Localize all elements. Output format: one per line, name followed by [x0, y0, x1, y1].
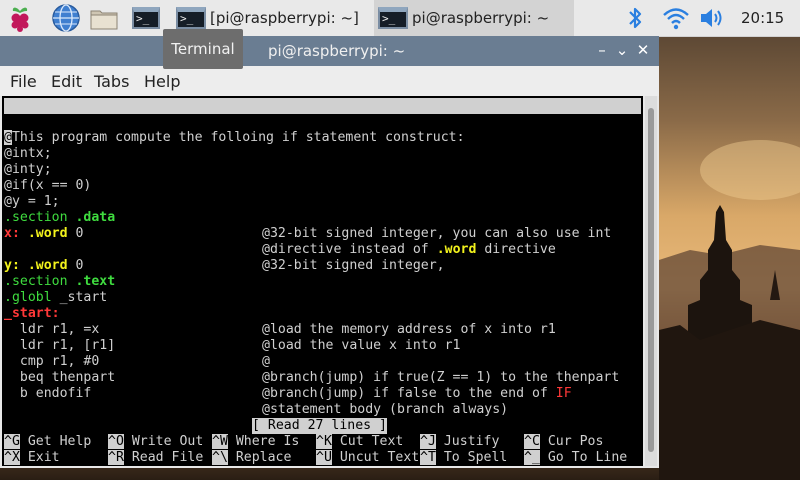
- nano-status-message: [ Read 27 lines ]: [252, 418, 387, 434]
- editor-line-10: .section .text: [4, 274, 116, 289]
- wifi-icon[interactable]: [662, 5, 690, 31]
- editor-line-18: @statement body (branch always): [262, 402, 509, 417]
- shortcut-write-out[interactable]: ^O Write Out: [108, 434, 203, 450]
- nano-header: GNU nano 3.2 fourth.s: [4, 98, 641, 145]
- file-manager-icon[interactable]: [88, 2, 120, 34]
- editor-line-13: ldr r1, =x @load the memory address of x …: [4, 322, 556, 337]
- terminal-icon: >_: [378, 7, 408, 29]
- editor-line-7: x: .word 0 @32-bit signed integer, you ca…: [4, 226, 612, 241]
- taskbar-item-terminal-2[interactable]: >_ pi@raspberrypi: ~: [374, 0, 574, 36]
- terminal-window: pi@raspberrypi: ~ – ⌄ ✕ File Edit Tabs H…: [0, 36, 659, 468]
- shortcut-read-file[interactable]: ^R Read File: [108, 450, 203, 466]
- terminal-content[interactable]: GNU nano 3.2 fourth.s @This program comp…: [2, 96, 643, 466]
- top-panel: >_ >_ [pi@raspberrypi: ~] >_ pi@raspberr…: [0, 0, 800, 37]
- shortcut-replace[interactable]: ^\ Replace: [212, 450, 291, 466]
- menu-help[interactable]: Help: [144, 72, 180, 91]
- window-titlebar[interactable]: pi@raspberrypi: ~ – ⌄ ✕: [0, 36, 659, 66]
- editor-line-4: @if(x == 0): [4, 178, 92, 193]
- editor-line-17: b endofif @branch(jump) if false to the e…: [4, 386, 572, 401]
- shortcut-cut-text[interactable]: ^K Cut Text: [316, 434, 403, 450]
- editor-line-2: @intx;: [4, 146, 52, 161]
- shortcut-uncut-text[interactable]: ^U Uncut Text: [316, 450, 419, 466]
- menu-edit[interactable]: Edit: [51, 72, 82, 91]
- window-title: pi@raspberrypi: ~: [268, 42, 406, 60]
- clock[interactable]: 20:15: [741, 9, 784, 27]
- taskbar-item-label: pi@raspberrypi: ~: [412, 9, 550, 27]
- scrollbar-thumb[interactable]: [648, 108, 654, 452]
- menu-tabs[interactable]: Tabs: [94, 72, 129, 91]
- editor-line-11: .globl _start: [4, 290, 108, 305]
- editor-line-1: @This program compute the folloing if st…: [4, 130, 465, 145]
- editor-line-3: @inty;: [4, 162, 52, 177]
- editor-line-5: @y = 1;: [4, 194, 60, 209]
- shortcut-get-help[interactable]: ^G Get Help: [4, 434, 91, 450]
- editor-line-15: cmp r1, #0 @: [4, 354, 270, 369]
- terminal-launcher[interactable]: >_: [128, 0, 164, 36]
- text-cursor: @: [4, 130, 12, 145]
- web-browser-icon[interactable]: [50, 2, 82, 34]
- editor-line-12: _start:: [4, 306, 60, 321]
- bluetooth-icon[interactable]: [624, 5, 646, 31]
- menu-bar: File Edit Tabs Help: [0, 66, 659, 96]
- editor-line-14: ldr r1, [r1] @load the value x into r1: [4, 338, 461, 353]
- nano-version: GNU nano 3.2: [20, 114, 116, 129]
- editor-line-8: @directive instead of .word directive: [262, 242, 556, 257]
- menu-file[interactable]: File: [10, 72, 37, 91]
- close-button[interactable]: ✕: [633, 40, 653, 60]
- maximize-button[interactable]: ⌄: [612, 40, 632, 60]
- shortcut-cur-pos[interactable]: ^C Cur Pos: [524, 434, 603, 450]
- taskbar-item-label: [pi@raspberrypi: ~]: [210, 9, 359, 27]
- shortcut-go-to-line[interactable]: ^_ Go To Line: [524, 450, 627, 466]
- minimize-button[interactable]: –: [592, 40, 612, 60]
- tooltip: Terminal: [163, 29, 243, 69]
- terminal-icon: >_: [176, 7, 206, 29]
- volume-icon[interactable]: [698, 5, 726, 31]
- editor-line-16: beq thenpart @branch(jump) if true(Z == 1…: [4, 370, 620, 385]
- shortcut-exit[interactable]: ^X Exit: [4, 450, 60, 466]
- shortcut-where-is[interactable]: ^W Where Is: [212, 434, 299, 450]
- editor-line-9: y: .word 0 @32-bit signed integer,: [4, 258, 445, 273]
- shortcut-to-spell[interactable]: ^T To Spell: [420, 450, 507, 466]
- shortcut-justify[interactable]: ^J Justify: [420, 434, 499, 450]
- raspberry-menu-icon[interactable]: [4, 2, 36, 34]
- terminal-icon: >_: [132, 7, 160, 29]
- terminal-scrollbar[interactable]: [645, 96, 657, 466]
- editor-line-6: .section .data: [4, 210, 116, 225]
